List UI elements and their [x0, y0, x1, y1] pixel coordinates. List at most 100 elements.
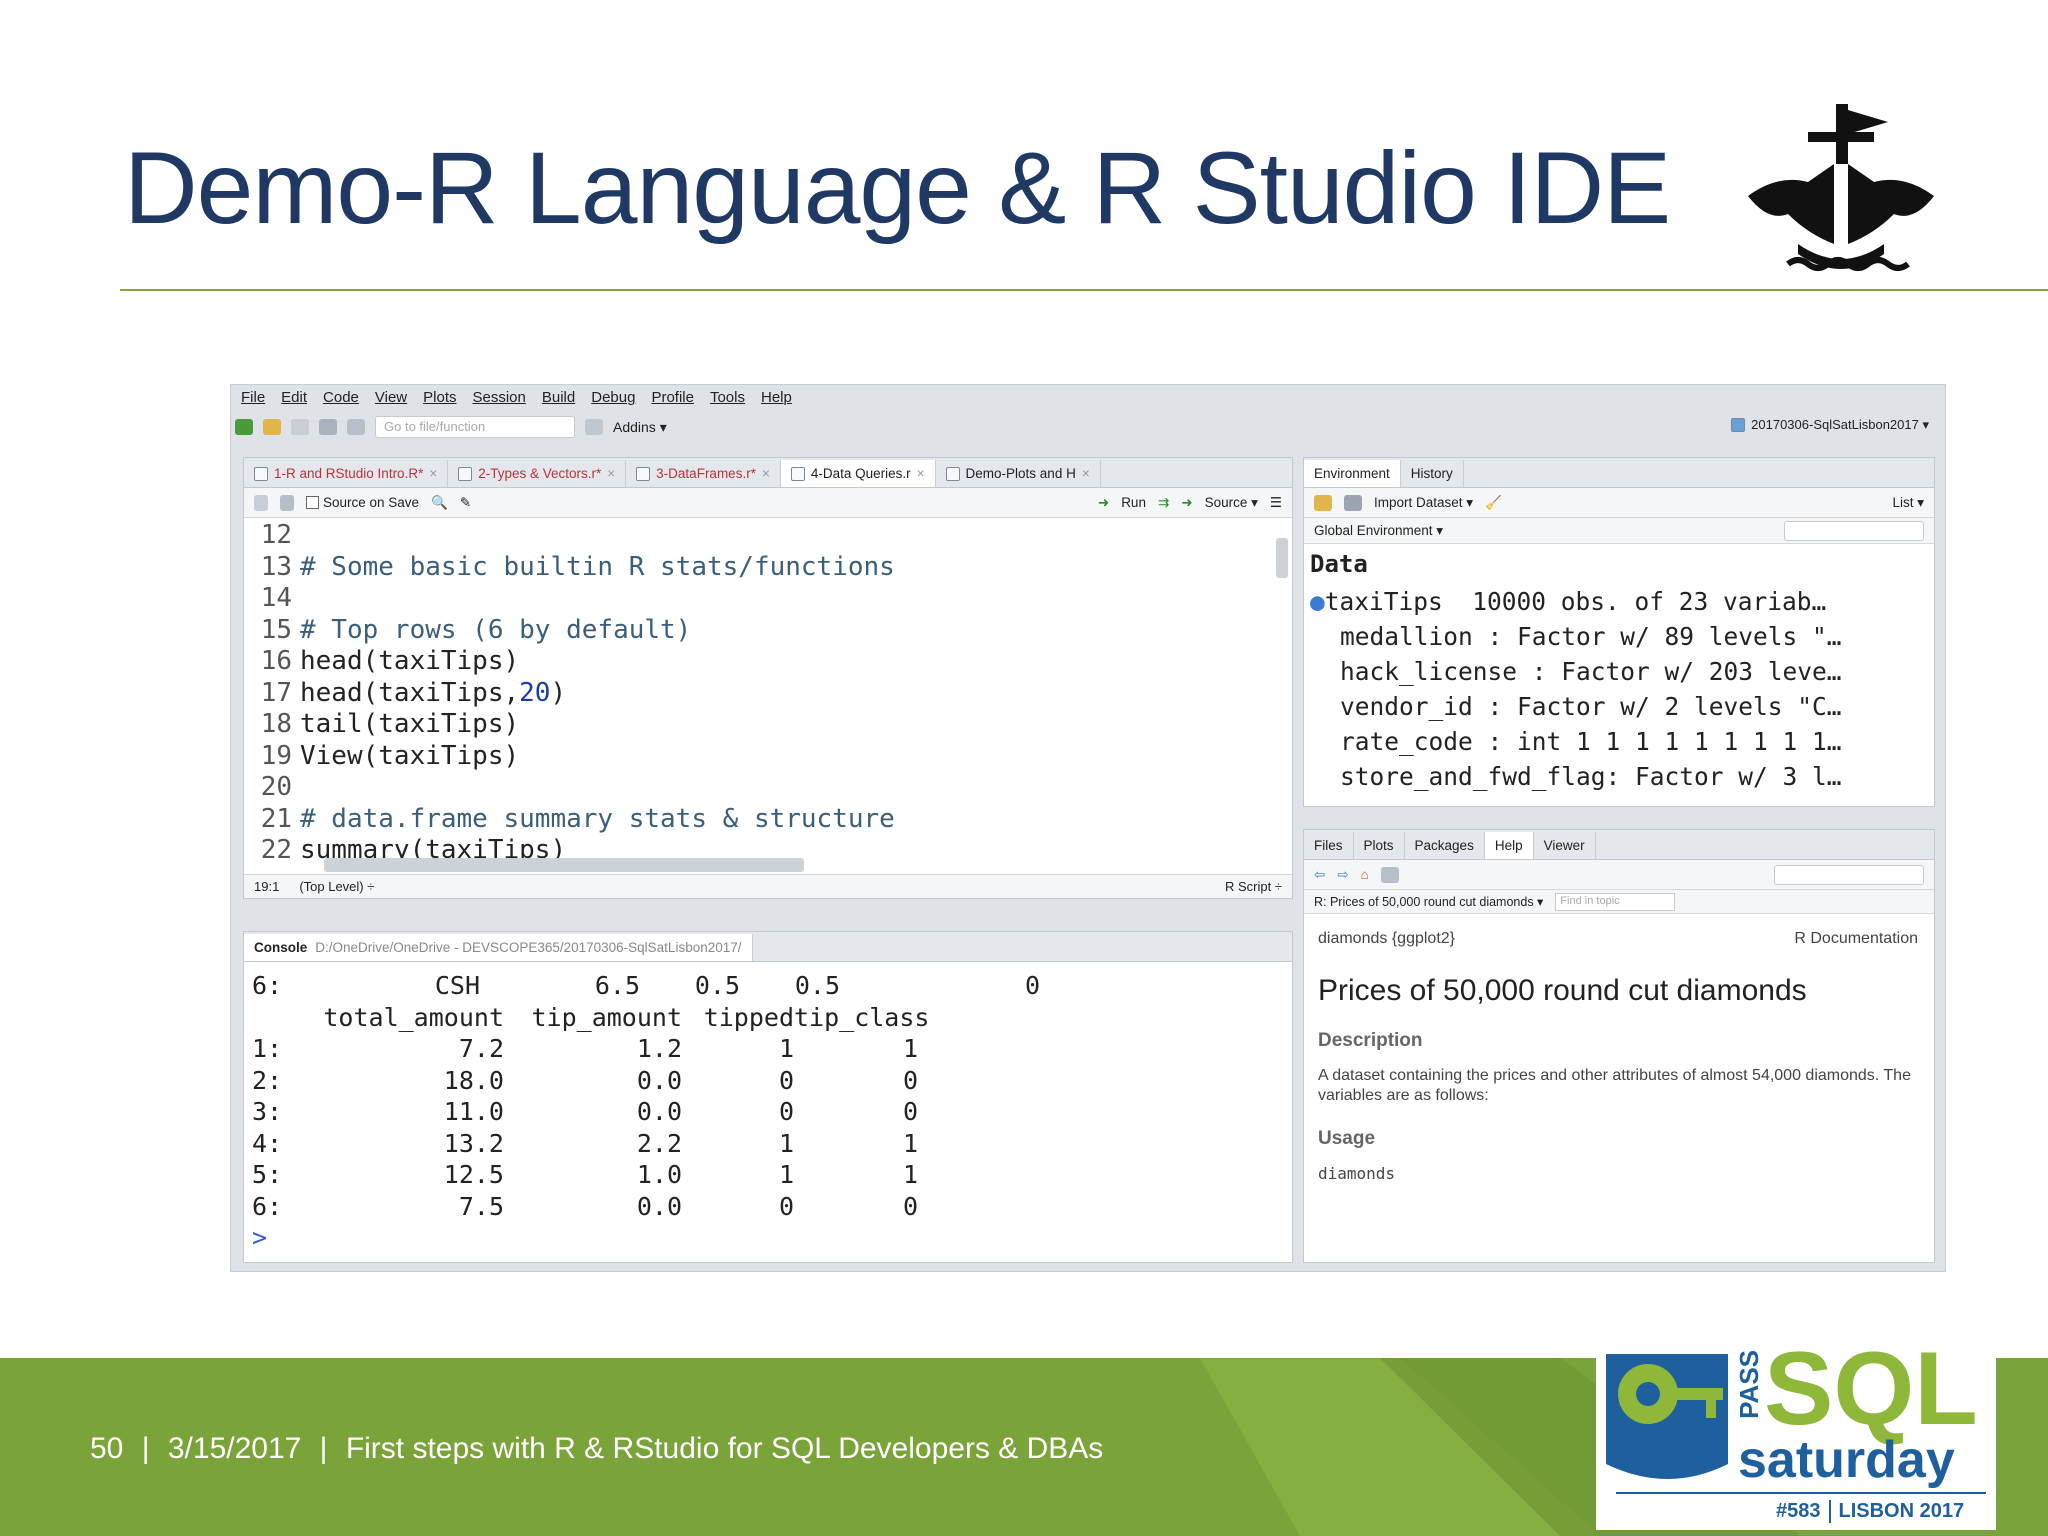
- file-type-indicator[interactable]: R Script ÷: [1225, 879, 1282, 894]
- grid-icon[interactable]: [585, 419, 603, 435]
- scope-indicator[interactable]: (Top Level) ÷: [299, 879, 374, 894]
- expand-icon[interactable]: ●: [1310, 587, 1325, 616]
- code-area[interactable]: 12 13 # Some basic builtin R stats/functio…: [244, 520, 1274, 866]
- print-icon[interactable]: [347, 419, 365, 435]
- save-workspace-icon[interactable]: [1344, 494, 1362, 511]
- close-tab-icon[interactable]: ×: [429, 466, 437, 481]
- run-button[interactable]: Run: [1121, 495, 1146, 510]
- variable-row[interactable]: hack_license : Factor w/ 203 leve…: [1304, 654, 1934, 689]
- load-workspace-icon[interactable]: [1314, 494, 1332, 511]
- source-button[interactable]: Source ▾: [1205, 495, 1258, 511]
- code-line: 18 tail(taxiTips): [244, 709, 1274, 741]
- menu-item-file[interactable]: File: [241, 389, 265, 411]
- variable-row[interactable]: vendor_id : Factor w/ 2 levels "C…: [1304, 689, 1934, 724]
- event-number: #583: [1776, 1500, 1821, 1522]
- variable-summary: rate_code : int 1 1 1 1 1 1 1 1 1…: [1340, 727, 1842, 756]
- tab-label: Help: [1494, 838, 1523, 853]
- code-number: 20: [519, 677, 551, 708]
- wand-icon[interactable]: ✎: [460, 495, 471, 511]
- console-cell: 0.0: [636, 1097, 682, 1126]
- editor-tab-label: 1-R and RStudio Intro.R*: [274, 466, 424, 481]
- print-help-icon[interactable]: [1380, 866, 1399, 883]
- console-prompt[interactable]: >: [252, 1222, 1272, 1254]
- outline-icon[interactable]: ☰: [1270, 495, 1282, 511]
- import-dataset-button[interactable]: Import Dataset ▾: [1374, 495, 1473, 511]
- close-tab-icon[interactable]: ×: [762, 466, 770, 481]
- tab-viewer[interactable]: Viewer: [1534, 832, 1596, 859]
- menu-item-view[interactable]: View: [375, 389, 407, 411]
- rerun-icon[interactable]: ⇉: [1158, 495, 1169, 511]
- code-line: 16 head(taxiTips): [244, 646, 1274, 678]
- editor-tab[interactable]: 1-R and RStudio Intro.R* ×: [244, 460, 449, 487]
- close-tab-icon[interactable]: ×: [1082, 466, 1090, 481]
- help-topic-menu[interactable]: R: Prices of 50,000 round cut diamonds ▾: [1314, 894, 1543, 909]
- tab-label: Files: [1314, 838, 1343, 853]
- menu-item-session[interactable]: Session: [473, 389, 526, 411]
- console-cell: 0.5: [694, 971, 740, 1000]
- menu-item-debug[interactable]: Debug: [591, 389, 635, 411]
- variable-row[interactable]: store_and_fwd_flag: Factor w/ 3 l…: [1304, 759, 1934, 794]
- menu-item-profile[interactable]: Profile: [651, 389, 694, 411]
- tab-files[interactable]: Files: [1304, 832, 1354, 859]
- broom-icon[interactable]: 🧹: [1485, 495, 1502, 511]
- console-cell: 5:: [252, 1160, 283, 1189]
- global-environment-menu[interactable]: Global Environment ▾: [1314, 523, 1443, 539]
- tab-help[interactable]: Help: [1484, 832, 1534, 859]
- save-file-icon[interactable]: [280, 494, 294, 511]
- help-search-input[interactable]: [1774, 864, 1924, 885]
- menu-item-help[interactable]: Help: [761, 389, 792, 411]
- editor-tab-label: Demo-Plots and H: [965, 466, 1076, 481]
- project-menu[interactable]: 20170306-SqlSatLisbon2017 ▾: [1731, 417, 1929, 433]
- close-tab-icon[interactable]: ×: [607, 466, 615, 481]
- help-document: diamonds {ggplot2} R Documentation Price…: [1318, 930, 1918, 1184]
- environment-search-input[interactable]: [1784, 520, 1924, 541]
- home-icon[interactable]: ⌂: [1361, 867, 1369, 882]
- back-arrow-icon[interactable]: ⇦: [1314, 867, 1325, 883]
- back-icon[interactable]: [254, 494, 268, 511]
- save-all-icon[interactable]: [319, 419, 337, 435]
- variable-row[interactable]: medallion : Factor w/ 89 levels "…: [1304, 619, 1934, 654]
- console-cell: 0.0: [636, 1191, 682, 1221]
- source-editor-pane: 1-R and RStudio Intro.R* × 2-Types & Vecto…: [243, 457, 1293, 899]
- save-icon[interactable]: [291, 419, 309, 435]
- r-file-icon: [636, 466, 651, 481]
- list-view-button[interactable]: List ▾: [1892, 495, 1924, 511]
- open-project-icon[interactable]: [263, 419, 281, 435]
- editor-tab[interactable]: 4-Data Queries.r ×: [780, 460, 936, 487]
- r-file-icon: [254, 466, 268, 481]
- menu-item-build[interactable]: Build: [542, 389, 575, 411]
- dataset-row[interactable]: ●taxiTips 10000 obs. of 23 variab…: [1304, 584, 1934, 619]
- line-number: 14: [260, 583, 292, 613]
- console-cell: 4:: [252, 1128, 283, 1158]
- find-in-topic-input[interactable]: Find in topic: [1555, 892, 1676, 911]
- console-cell: 0: [778, 1065, 794, 1095]
- source-on-save-checkbox[interactable]: Source on Save: [306, 495, 419, 510]
- new-file-icon[interactable]: [235, 419, 253, 435]
- rstudio-window: File Edit Code View Plots Session Build Debug Pr…: [230, 384, 1946, 1272]
- code-line: 15 # Top rows (6 by default): [244, 615, 1274, 647]
- tab-packages[interactable]: Packages: [1405, 832, 1485, 859]
- variable-row[interactable]: rate_code : int 1 1 1 1 1 1 1 1 1…: [1304, 724, 1934, 759]
- menu-item-code[interactable]: Code: [323, 389, 359, 411]
- tab-plots[interactable]: Plots: [1354, 832, 1405, 859]
- tab-environment[interactable]: Environment: [1304, 460, 1401, 487]
- key-shield-icon: [1606, 1354, 1728, 1479]
- forward-arrow-icon[interactable]: ⇨: [1337, 867, 1348, 883]
- goto-file-input[interactable]: Go to file/function: [375, 416, 575, 438]
- help-toolbar: ⇦ ⇨ ⌂: [1304, 860, 1934, 890]
- close-tab-icon[interactable]: ×: [917, 466, 925, 481]
- editor-vertical-scrollbar[interactable]: [1276, 538, 1288, 578]
- search-icon[interactable]: 🔍: [431, 495, 448, 511]
- menu-item-edit[interactable]: Edit: [281, 389, 307, 411]
- menu-item-plots[interactable]: Plots: [423, 389, 456, 411]
- menu-item-tools[interactable]: Tools: [710, 389, 745, 411]
- console-output[interactable]: 6: CSH 6.5 0.5 0.5 0 total_amount tip_amount tip…: [252, 970, 1272, 1254]
- tab-history[interactable]: History: [1401, 460, 1464, 487]
- console-cell: 18.0: [443, 1065, 504, 1095]
- editor-horizontal-scrollbar[interactable]: [324, 858, 804, 872]
- addins-menu[interactable]: Addins ▾: [613, 419, 667, 436]
- editor-tab[interactable]: 3-DataFrames.r* ×: [626, 460, 781, 487]
- code-text: ): [550, 677, 567, 708]
- editor-tab[interactable]: Demo-Plots and H ×: [936, 460, 1101, 487]
- editor-tab[interactable]: 2-Types & Vectors.r* ×: [448, 460, 627, 487]
